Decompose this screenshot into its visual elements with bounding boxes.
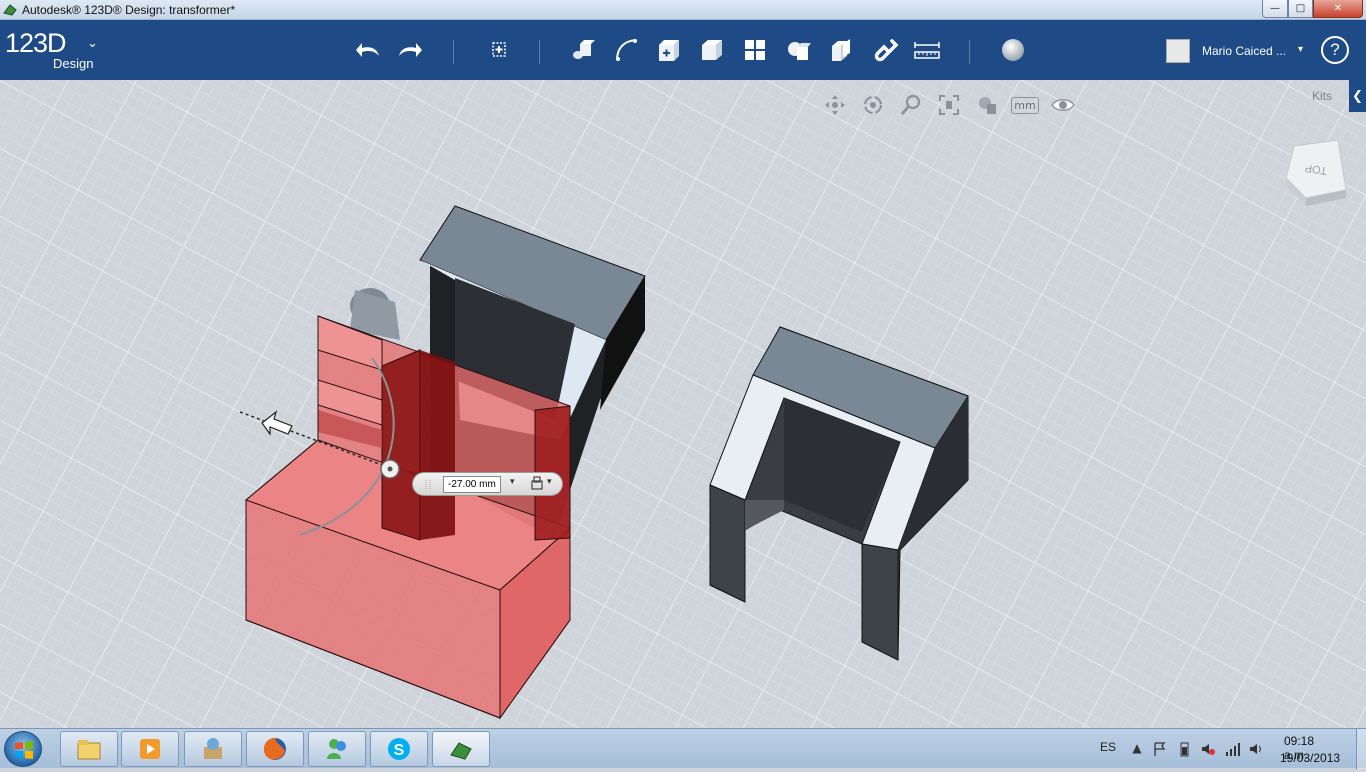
units-button[interactable]: mm bbox=[1010, 92, 1040, 118]
speaker-icon[interactable] bbox=[1248, 741, 1264, 757]
undo-button[interactable] bbox=[348, 30, 388, 70]
redo-icon bbox=[399, 43, 422, 57]
chevron-down-icon[interactable]: ▾ bbox=[547, 477, 552, 487]
pan-icon bbox=[825, 95, 845, 115]
primitives-icon bbox=[573, 40, 595, 59]
snap-icon bbox=[874, 39, 899, 62]
pattern-icon bbox=[745, 40, 765, 60]
maximize-button[interactable]: □ bbox=[1288, 0, 1313, 18]
grip-icon bbox=[425, 480, 431, 490]
visibility-button[interactable] bbox=[1048, 92, 1078, 118]
orbit-button[interactable] bbox=[858, 92, 888, 118]
eye-icon bbox=[1051, 99, 1075, 111]
material-icon bbox=[1002, 39, 1024, 61]
taskbar-123d-design[interactable] bbox=[432, 731, 490, 767]
view-cube[interactable]: TOP bbox=[1286, 138, 1348, 206]
fit-icon bbox=[939, 95, 959, 115]
taskbar-messenger[interactable] bbox=[308, 731, 366, 767]
svg-text:S: S bbox=[394, 742, 405, 759]
explorer-icon bbox=[77, 740, 101, 760]
sketch-button[interactable] bbox=[606, 30, 646, 70]
logo-main: 123D bbox=[5, 28, 67, 58]
modify-button[interactable] bbox=[692, 30, 732, 70]
taskbar-skype[interactable]: S bbox=[370, 731, 428, 767]
clock-date[interactable]: 19/03/2013 bbox=[1280, 751, 1340, 765]
toolbar-separator bbox=[539, 40, 540, 64]
chevron-down-icon: ⌄ bbox=[87, 36, 98, 51]
zoom-button[interactable] bbox=[896, 92, 926, 118]
pattern-button[interactable] bbox=[735, 30, 775, 70]
taskbar: S ES ▲ 09:18 a.m. 19/03/2013 bbox=[0, 728, 1366, 769]
material-button[interactable] bbox=[993, 30, 1033, 70]
network-icon[interactable] bbox=[1224, 741, 1240, 757]
logo-sub: Design bbox=[53, 56, 94, 71]
group-button[interactable] bbox=[778, 30, 818, 70]
view-style-button[interactable] bbox=[972, 92, 1002, 118]
construct-button[interactable] bbox=[649, 30, 689, 70]
group-icon bbox=[788, 42, 811, 60]
toolbar-separator bbox=[969, 40, 970, 64]
navigation-bar: mm bbox=[820, 92, 1078, 118]
show-hidden-icons-icon[interactable]: ▲ bbox=[1129, 741, 1145, 757]
taskbar-explorer[interactable] bbox=[60, 731, 118, 767]
main-toolbar: 123D ⌄ Design Mario Caiced ... ▾ ? bbox=[0, 20, 1366, 80]
user-name[interactable]: Mario Caiced ... bbox=[1202, 44, 1286, 58]
pan-button[interactable] bbox=[820, 92, 850, 118]
measure-icon bbox=[914, 42, 940, 59]
snap-button[interactable] bbox=[864, 30, 904, 70]
view-style-icon bbox=[979, 97, 996, 114]
rotation-angle-input[interactable] bbox=[443, 476, 501, 493]
start-button[interactable] bbox=[4, 731, 42, 767]
close-button[interactable]: ✕ bbox=[1313, 0, 1363, 18]
redo-button[interactable] bbox=[390, 30, 430, 70]
taskbar-archive[interactable] bbox=[184, 731, 242, 767]
measure-button[interactable] bbox=[907, 30, 947, 70]
toolbar-separator bbox=[453, 40, 454, 64]
battery-icon[interactable] bbox=[1176, 741, 1192, 757]
sketch-icon bbox=[616, 39, 637, 61]
transform-button[interactable] bbox=[478, 30, 518, 70]
avatar[interactable] bbox=[1166, 39, 1190, 63]
language-indicator[interactable]: ES bbox=[1100, 740, 1116, 754]
chevron-down-icon[interactable]: ▾ bbox=[510, 477, 515, 487]
chevron-down-icon[interactable]: ▾ bbox=[1298, 44, 1303, 55]
combine-button[interactable] bbox=[821, 30, 861, 70]
app-menu-button[interactable]: 123D ⌄ Design bbox=[5, 28, 98, 71]
title-bar: Autodesk® 123D® Design: transformer* — □… bbox=[0, 0, 1366, 20]
dimension-widget: ▾ ▾ bbox=[412, 472, 563, 496]
taskbar-media-player[interactable] bbox=[121, 731, 179, 767]
minimize-button[interactable]: — bbox=[1262, 0, 1288, 18]
app-icon bbox=[3, 4, 17, 16]
viewport[interactable]: mm Kits ❮ TOP ▾ ▾ bbox=[0, 80, 1366, 728]
help-button[interactable]: ? bbox=[1321, 36, 1349, 64]
primitives-button[interactable] bbox=[562, 30, 602, 70]
construct-icon bbox=[659, 40, 679, 61]
snap-angle-icon[interactable] bbox=[530, 476, 544, 491]
ground-grid bbox=[0, 80, 1366, 728]
zoom-icon bbox=[900, 94, 921, 115]
windows-icon bbox=[15, 741, 33, 759]
action-center-icon[interactable] bbox=[1152, 741, 1168, 757]
archive-icon bbox=[204, 738, 222, 759]
show-desktop-button[interactable] bbox=[1356, 729, 1366, 769]
window-title: Autodesk® 123D® Design: transformer* bbox=[22, 3, 236, 17]
units-label: mm bbox=[1011, 96, 1039, 114]
media-player-icon bbox=[140, 739, 160, 759]
kits-label[interactable]: Kits bbox=[1312, 89, 1332, 103]
123d-design-icon bbox=[450, 742, 472, 760]
skype-icon: S bbox=[388, 738, 410, 760]
transform-icon bbox=[492, 42, 506, 57]
kits-panel-toggle[interactable]: ❮ bbox=[1349, 80, 1366, 112]
taskbar-firefox[interactable] bbox=[246, 731, 304, 767]
fit-button[interactable] bbox=[934, 92, 964, 118]
volume-muted-icon[interactable] bbox=[1200, 741, 1216, 757]
firefox-icon bbox=[264, 737, 286, 760]
messenger-icon bbox=[327, 739, 346, 759]
orbit-icon bbox=[864, 96, 882, 114]
modify-icon bbox=[702, 40, 722, 60]
scene[interactable] bbox=[0, 80, 1366, 728]
undo-icon bbox=[356, 43, 379, 57]
combine-icon bbox=[832, 39, 850, 61]
